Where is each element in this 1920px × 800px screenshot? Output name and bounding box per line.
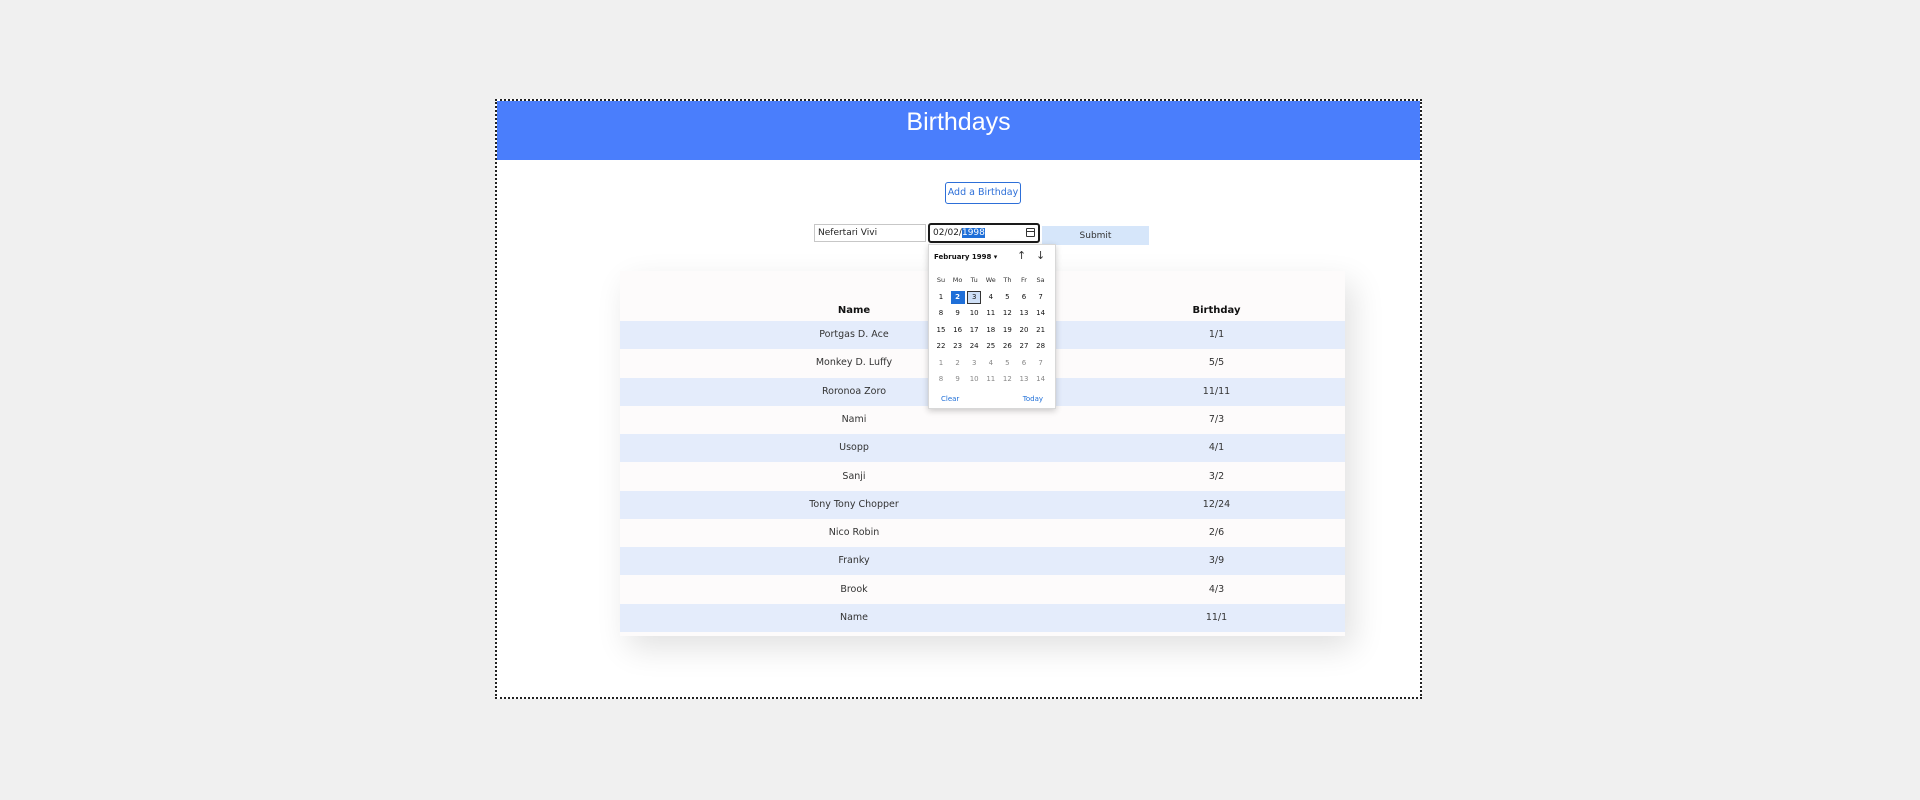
calendar-day[interactable]: 28 xyxy=(1034,340,1048,353)
row-birthday: 3/9 xyxy=(1208,555,1225,567)
weekday-label: Su xyxy=(936,276,946,284)
calendar-day[interactable]: 21 xyxy=(1034,324,1048,337)
row-name: Franky xyxy=(838,555,870,567)
row-name: Tony Tony Chopper xyxy=(809,498,899,510)
calendar-day[interactable]: 12 xyxy=(1000,307,1014,320)
calendar-day[interactable]: 9 xyxy=(951,373,965,386)
table-row: Tony Tony Chopper 12/24 xyxy=(620,490,1345,519)
calendar-day[interactable]: 13 xyxy=(1017,373,1031,386)
row-name: Nico Robin xyxy=(828,527,880,539)
clear-button[interactable]: Clear xyxy=(941,395,959,403)
calendar-day[interactable]: 5 xyxy=(1000,291,1014,304)
calendar-day[interactable]: 8 xyxy=(934,307,948,320)
previous-month-arrow-icon[interactable]: ↑ xyxy=(1017,250,1026,262)
calendar-day[interactable]: 4 xyxy=(984,357,998,370)
table-row: Brook 4/3 xyxy=(620,575,1345,604)
submit-button[interactable]: Submit xyxy=(1042,226,1149,245)
calendar-day[interactable]: 7 xyxy=(1034,357,1048,370)
birthdays-card: Birthdays Add a Birthday 02/02/1998 Subm… xyxy=(495,99,1422,699)
calendar-day[interactable]: 3 xyxy=(967,290,982,304)
calendar-day[interactable]: 8 xyxy=(934,373,948,386)
calendar-day[interactable]: 2 xyxy=(951,357,965,370)
weekday-label: Th xyxy=(1003,276,1012,284)
weekday-label: Tu xyxy=(970,276,978,284)
calendar-day[interactable]: 2 xyxy=(950,290,965,304)
row-birthday: 11/11 xyxy=(1202,385,1231,397)
calendar-day[interactable]: 11 xyxy=(984,373,998,386)
calendar-day[interactable]: 23 xyxy=(951,340,965,353)
calendar-icon[interactable] xyxy=(1026,228,1035,237)
calendar-day[interactable]: 11 xyxy=(984,307,998,320)
calendar-day[interactable]: 22 xyxy=(934,340,948,353)
calendar-day[interactable]: 18 xyxy=(984,324,998,337)
calendar-day[interactable]: 5 xyxy=(1000,357,1014,370)
table-row: Sanji 3/2 xyxy=(620,462,1345,491)
row-name: Sanji xyxy=(842,470,866,482)
calendar-day[interactable]: 20 xyxy=(1017,324,1031,337)
weekday-label: Mo xyxy=(952,276,963,284)
calendar-day[interactable]: 13 xyxy=(1017,307,1031,320)
row-birthday: 11/1 xyxy=(1205,612,1228,623)
calendar-day[interactable]: 1 xyxy=(934,357,948,370)
calendar-day[interactable]: 26 xyxy=(1000,340,1014,353)
table-row: Franky 3/9 xyxy=(620,547,1345,576)
date-prefix: 02/02/ xyxy=(933,228,962,238)
row-name: Brook xyxy=(840,583,868,595)
date-picker-popup: February 1998 ▾ ↑ ↓ Su Mo Tu We Th Fr Sa 1 2 3 4 5 6… xyxy=(928,244,1056,409)
calendar-day[interactable]: 25 xyxy=(984,340,998,353)
row-name: Nami xyxy=(841,413,867,425)
table-row: Nami 7/3 xyxy=(620,405,1345,434)
weekday-label: We xyxy=(985,276,996,284)
page-header: Birthdays xyxy=(497,101,1420,160)
name-input[interactable] xyxy=(814,224,926,242)
calendar-day[interactable]: 16 xyxy=(951,324,965,337)
calendar-day[interactable]: 7 xyxy=(1034,291,1048,304)
calendar-day[interactable]: 1 xyxy=(934,291,948,304)
page-title: Birthdays xyxy=(906,108,1011,136)
calendar-day[interactable]: 10 xyxy=(967,373,981,386)
row-birthday: 4/3 xyxy=(1208,583,1225,595)
calendar-day[interactable]: 6 xyxy=(1017,357,1031,370)
calendar-day[interactable]: 17 xyxy=(967,324,981,337)
row-birthday: 5/5 xyxy=(1208,357,1225,369)
today-button[interactable]: Today xyxy=(1023,395,1043,403)
table-row: Nico Robin 2/6 xyxy=(620,519,1345,548)
calendar-day[interactable]: 12 xyxy=(1000,373,1014,386)
next-month-arrow-icon[interactable]: ↓ xyxy=(1036,250,1045,262)
calendar-day[interactable]: 3 xyxy=(967,357,981,370)
row-name: Name xyxy=(839,612,869,623)
calendar-day[interactable]: 19 xyxy=(1000,324,1014,337)
date-value: 02/02/1998 xyxy=(933,227,985,240)
calendar-day[interactable]: 6 xyxy=(1017,291,1031,304)
row-birthday: 12/24 xyxy=(1202,498,1231,510)
calendar-day[interactable]: 15 xyxy=(934,324,948,337)
weekday-label: Sa xyxy=(1036,276,1045,284)
month-year-selector[interactable]: February 1998 ▾ xyxy=(934,253,997,261)
calendar-day[interactable]: 4 xyxy=(984,291,998,304)
table-row: Name 11/1 xyxy=(620,604,1345,632)
row-name: Usopp xyxy=(839,442,869,454)
table-row: Usopp 4/1 xyxy=(620,434,1345,463)
row-birthday: 2/6 xyxy=(1208,527,1225,539)
calendar-day[interactable]: 24 xyxy=(967,340,981,353)
calendar-day[interactable]: 10 xyxy=(967,307,981,320)
weekday-label: Fr xyxy=(1021,276,1027,284)
calendar-day[interactable]: 27 xyxy=(1017,340,1031,353)
calendar-day[interactable]: 14 xyxy=(1034,373,1048,386)
row-birthday: 7/3 xyxy=(1208,413,1225,425)
row-birthday: 3/2 xyxy=(1208,470,1225,482)
calendar-day[interactable]: 9 xyxy=(951,307,965,320)
calendar-day[interactable]: 14 xyxy=(1034,307,1048,320)
add-birthday-button[interactable]: Add a Birthday xyxy=(945,182,1021,204)
row-birthday: 4/1 xyxy=(1208,442,1225,454)
header-birthday: Birthday xyxy=(1192,305,1241,316)
date-year-selected: 1998 xyxy=(961,228,985,238)
date-input[interactable]: 02/02/1998 xyxy=(928,223,1040,243)
row-birthday: 1/1 xyxy=(1208,329,1225,340)
